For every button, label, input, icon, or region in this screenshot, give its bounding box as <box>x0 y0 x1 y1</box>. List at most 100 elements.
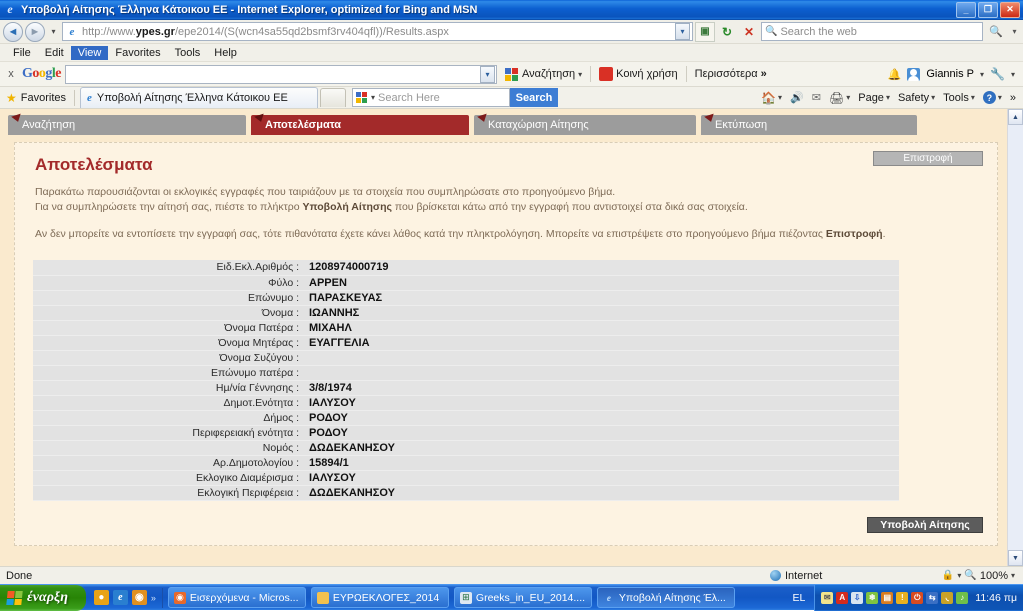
google-search-button[interactable]: Αναζήτηση ▾ <box>501 67 586 81</box>
close-button[interactable]: ✕ <box>1000 1 1020 18</box>
command-bar: 🏠 ▾ 🔊 ✉ 🖨 ▾ Page ▾ Safety ▾ Tools ▾ ? ▾ » <box>758 91 1023 105</box>
chevron-down-icon[interactable]: ▾ <box>480 65 495 83</box>
avatar[interactable] <box>907 67 921 81</box>
favorites-button[interactable]: ★ Favorites <box>0 91 74 105</box>
chevron-down-icon[interactable]: ▾ <box>886 93 890 102</box>
table-row: Όνομα Συζύγου : <box>33 350 899 366</box>
tray-icons: ✉ A ⇩ ❄ ▤ ! ⏻ ⇆ ◟ ♪ 11:46 πμ <box>814 584 1023 611</box>
menu-item-edit[interactable]: Edit <box>38 46 71 60</box>
url-input[interactable]: e http://www.ypes.gr/epe2014/(S(wcn4sa55… <box>62 22 693 41</box>
update-icon[interactable]: ⇩ <box>851 591 864 604</box>
chevron-down-icon[interactable]: ▾ <box>957 571 961 580</box>
submit-application-button[interactable]: Υποβολή Αίτησης <box>867 517 983 533</box>
scroll-track[interactable] <box>1008 125 1023 550</box>
menu-item-view[interactable]: View <box>70 45 109 60</box>
chevron-down-icon[interactable]: ▾ <box>675 23 690 40</box>
mail-icon[interactable]: ✉ <box>821 591 834 604</box>
mail-button[interactable]: ✉ <box>809 91 824 104</box>
chevron-down-icon[interactable]: ▾ <box>778 93 782 102</box>
browser-tab[interactable]: e Υποβολή Αίτησης Έλληνα Κάτοικου ΕΕ <box>80 87 319 108</box>
google-more-button[interactable]: Περισσότερα » <box>691 68 771 80</box>
tab-katachorisi-aitisis[interactable]: Καταχώριση Αίτησης <box>474 115 696 135</box>
tab-apotelesmata[interactable]: Αποτελέσματα <box>251 115 469 135</box>
acrobat-icon[interactable]: A <box>836 591 849 604</box>
volume-icon[interactable]: ♪ <box>956 591 969 604</box>
chevron-down-icon[interactable]: ▾ <box>1011 571 1015 580</box>
menu-item-file[interactable]: File <box>6 46 38 60</box>
tab-anazitisi[interactable]: Αναζήτηση <box>8 115 246 135</box>
row-value: ΕΥΑΓΓΕΛΙΑ <box>303 335 899 351</box>
row-label: Φύλο : <box>33 275 303 291</box>
minimize-button[interactable]: _ <box>956 1 976 18</box>
google-user-name[interactable]: Giannis P <box>926 68 974 80</box>
overflow-chevron-icon[interactable]: » <box>1007 92 1019 104</box>
security-zone[interactable]: Internet <box>770 570 910 582</box>
chevron-down-icon[interactable]: ▾ <box>846 93 850 102</box>
taskbar-item-outlook[interactable]: ◉ Εισερχόμενα - Micros... <box>167 587 306 608</box>
ie-icon[interactable]: e <box>112 590 128 605</box>
close-toolbar-icon[interactable]: x <box>4 68 18 80</box>
language-indicator[interactable]: EL <box>783 592 814 604</box>
chevron-down-icon[interactable]: ▾ <box>1011 70 1015 79</box>
compatibility-view-icon[interactable]: ▣ <box>695 21 715 42</box>
stop-icon[interactable]: ✕ <box>739 22 759 42</box>
help-menu[interactable]: ? ▾ <box>980 91 1005 104</box>
google-share-button[interactable]: Κοινή χρήση <box>595 67 682 81</box>
taskbar-item-ie[interactable]: e Υποβολή Αίτησης Έλ... <box>596 587 735 608</box>
table-row: Αρ.Δημοτολογίου :15894/1 <box>33 455 899 471</box>
scroll-down-button[interactable]: ▼ <box>1008 550 1023 566</box>
tab-ektyposi[interactable]: Εκτύπωση <box>701 115 917 135</box>
antivirus-icon[interactable]: ❄ <box>866 591 879 604</box>
chevron-down-icon[interactable]: ▾ <box>371 93 375 102</box>
google-search-label: Αναζήτηση <box>522 68 576 80</box>
menu-item-tools[interactable]: Tools <box>168 46 208 60</box>
maximize-button[interactable]: ❐ <box>978 1 998 18</box>
google-search-input[interactable]: ▾ <box>65 64 497 84</box>
taskbar-item-excel[interactable]: ⊞ Greeks_in_EU_2014.... <box>453 587 592 608</box>
print-button[interactable]: 🖨 ▾ <box>826 91 853 105</box>
wrench-icon[interactable]: 🔧 <box>990 67 1005 81</box>
chevron-down-icon[interactable]: ▾ <box>998 93 1002 102</box>
menu-item-favorites[interactable]: Favorites <box>108 46 167 60</box>
back-arrow-icon[interactable]: ◄ <box>3 21 23 42</box>
chevron-down-icon[interactable]: ▾ <box>971 93 975 102</box>
folder-icon <box>316 591 329 604</box>
media-icon[interactable]: ◉ <box>131 590 147 605</box>
usb-icon[interactable]: ⏻ <box>911 591 924 604</box>
search-input[interactable]: 🔍 Search the web <box>761 22 983 41</box>
vertical-scrollbar[interactable]: ▲ ▼ <box>1007 109 1023 566</box>
back-button[interactable]: Επιστροφή <box>873 151 983 166</box>
chevron-down-icon[interactable]: ▾ <box>931 93 935 102</box>
scroll-up-button[interactable]: ▲ <box>1008 109 1023 125</box>
chevron-down-icon[interactable]: ▾ <box>980 70 984 79</box>
display-icon[interactable]: ▤ <box>881 591 894 604</box>
search-provider-caret[interactable]: ▾ <box>1009 27 1020 36</box>
network-icon[interactable]: ⇆ <box>926 591 939 604</box>
bell-icon[interactable]: 🔔 <box>888 68 902 81</box>
start-button[interactable]: έναρξη <box>0 584 86 611</box>
toolbar-search-input[interactable]: ▾ Search Here <box>352 88 511 107</box>
tools-menu[interactable]: Tools ▾ <box>940 92 978 104</box>
google-toolbar: x Google ▾ Αναζήτηση ▾ Κοινή χρήση Περισ… <box>0 62 1023 87</box>
chevron-down-icon[interactable]: ▾ <box>578 70 582 79</box>
feeds-button[interactable]: 🔊 <box>787 91 807 104</box>
refresh-icon[interactable]: ↻ <box>717 22 737 42</box>
safety-menu[interactable]: Safety ▾ <box>895 92 938 104</box>
search-button[interactable]: Search <box>510 88 559 107</box>
zoom-level[interactable]: 100% <box>980 570 1008 582</box>
search-go-icon[interactable]: 🔍 <box>985 22 1007 42</box>
new-tab-button[interactable] <box>320 88 347 107</box>
history-dropdown-icon[interactable]: ▾ <box>47 27 60 36</box>
page-menu[interactable]: Page ▾ <box>855 92 893 104</box>
forward-arrow-icon[interactable]: ► <box>25 21 45 42</box>
window-controls: _ ❐ ✕ <box>956 1 1023 18</box>
home-button[interactable]: 🏠 ▾ <box>758 91 785 105</box>
quick-launch-overflow-icon[interactable]: » <box>151 593 156 603</box>
shield-icon[interactable]: ! <box>896 591 909 604</box>
taskbar-item-folder[interactable]: ΕΥΡΩΕΚΛΟΓΕΣ_2014 <box>310 587 449 608</box>
taskbar-clock[interactable]: 11:46 πμ <box>971 592 1017 604</box>
chrome-icon[interactable]: ● <box>93 590 109 605</box>
clock-icon[interactable]: ◟ <box>941 591 954 604</box>
row-value: 15894/1 <box>303 455 899 471</box>
menu-item-help[interactable]: Help <box>207 46 244 60</box>
